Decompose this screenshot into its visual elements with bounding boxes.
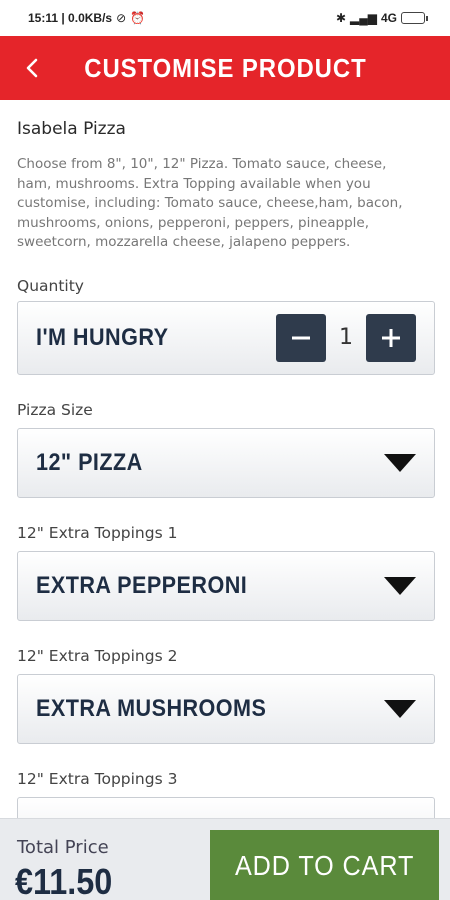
add-to-cart-label: ADD TO CART [234,849,415,881]
quantity-stepper: 1 [276,313,416,362]
extra-toppings-1-select[interactable]: EXTRA PEPPERONI [17,550,435,621]
chevron-left-icon [26,58,38,78]
extra-toppings-1-label: 12" Extra Toppings 1 [17,523,178,542]
decrease-quantity-button[interactable] [276,313,326,362]
extra-toppings-1-value: EXTRA PEPPERONI [36,571,248,599]
product-name: Isabela Pizza [17,119,126,139]
caret-down-icon [384,453,416,472]
caret-down-icon [384,699,416,718]
status-time: 15:11 | 0.0KB/s [28,11,113,25]
alarm-icon: ⏰ [130,11,146,25]
plus-icon [382,328,400,347]
app-header: CUSTOMISE PRODUCT [0,36,450,100]
caret-down-icon [384,576,416,595]
back-button[interactable] [12,48,52,88]
status-bar: 15:11 | 0.0KB/s ⊘ ⏰ ✱ ▂▄▆ 4G [0,0,450,36]
total-price-value: €11.50 [15,861,113,900]
increase-quantity-button[interactable] [366,313,416,362]
page-title: CUSTOMISE PRODUCT [83,52,367,83]
extra-toppings-2-value: EXTRA MUSHROOMS [36,694,267,722]
minus-icon [292,336,310,339]
checkout-bar: Total Price €11.50 ADD TO CART [0,818,450,900]
extra-toppings-2-select[interactable]: EXTRA MUSHROOMS [17,673,435,744]
extra-toppings-2-label: 12" Extra Toppings 2 [17,646,178,665]
quantity-row: I'M HUNGRY 1 [17,300,435,375]
quantity-label: Quantity [17,276,84,295]
battery-icon [401,12,428,24]
status-right: ✱ ▂▄▆ 4G [336,11,428,25]
extra-toppings-3-label: 12" Extra Toppings 3 [17,769,178,788]
product-description: Choose from 8", 10", 12" Pizza. Tomato s… [17,156,403,250]
add-to-cart-button[interactable]: ADD TO CART [210,830,439,900]
quantity-value: 1 [339,325,353,350]
bluetooth-icon: ✱ [335,11,347,25]
pizza-size-select[interactable]: 12" PIZZA [17,427,435,498]
quantity-option-label: I'M HUNGRY [36,323,169,351]
extra-toppings-3-select[interactable] [17,796,435,818]
sync-off-icon: ⊘ [116,11,127,25]
signal-icon: ▂▄▆ [350,11,377,25]
status-left: 15:11 | 0.0KB/s ⊘ ⏰ [28,11,145,25]
total-price-label: Total Price [17,837,109,858]
pizza-size-value: 12" PIZZA [36,448,143,476]
network-type: 4G [380,11,397,25]
product-form: Isabela Pizza Choose from 8", 10", 12" P… [0,100,450,818]
pizza-size-label: Pizza Size [17,400,93,419]
